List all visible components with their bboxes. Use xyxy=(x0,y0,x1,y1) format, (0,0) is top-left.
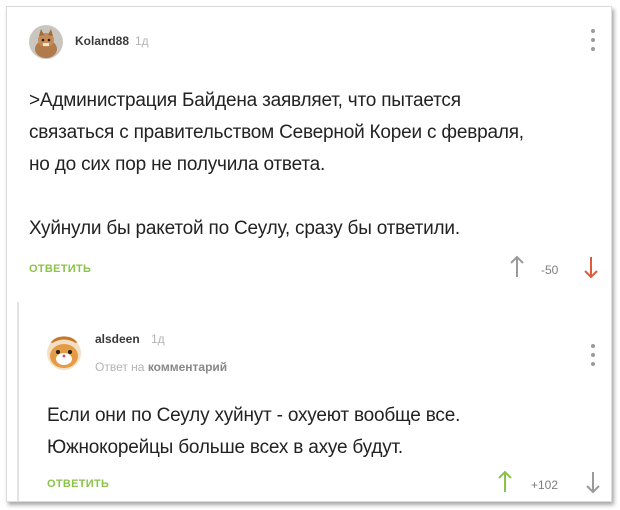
comment-text-line xyxy=(29,181,524,213)
reply-button[interactable]: ОТВЕТИТЬ xyxy=(47,478,109,490)
comment: Koland88 1д >Администрация Байдена заявл… xyxy=(7,7,611,297)
reply-button[interactable]: ОТВЕТИТЬ xyxy=(29,263,91,275)
hamster-avatar-icon[interactable] xyxy=(47,336,81,370)
comment-author[interactable]: alsdeen xyxy=(95,332,140,346)
comment-text-line: Если они по Сеулу хуйнут - охуеют вообще… xyxy=(47,405,461,426)
reply-to-link[interactable]: комментарий xyxy=(148,360,227,374)
reply-comment: alsdeen 1д Ответ на комментарий Если они… xyxy=(17,302,613,501)
upvote-icon[interactable] xyxy=(509,255,525,279)
comment-text-line: Южнокорейцы больше всех в ахуе будут. xyxy=(47,437,404,458)
comment-score: -50 xyxy=(541,263,559,277)
downvote-icon[interactable] xyxy=(585,470,601,494)
more-options-icon[interactable] xyxy=(591,29,595,51)
comment-text-line: но до сих пор не получила ответа. xyxy=(29,154,326,175)
downvote-icon[interactable] xyxy=(583,255,599,279)
comment-author[interactable]: Koland88 xyxy=(75,34,129,48)
comment-time: 1д xyxy=(151,332,165,346)
reply-to-line: Ответ на комментарий xyxy=(95,360,227,374)
upvote-icon[interactable] xyxy=(497,470,513,494)
comment-text: >Администрация Байдена заявляет, что пыт… xyxy=(29,85,524,245)
reply-to-prefix: Ответ на xyxy=(95,360,145,374)
comment-score: +102 xyxy=(531,478,559,492)
more-options-icon[interactable] xyxy=(591,344,595,366)
comment-text-line: связаться с правительством Северной Коре… xyxy=(29,122,524,143)
comments-panel: Koland88 1д >Администрация Байдена заявл… xyxy=(6,6,612,502)
comment-text-line: Хуйнули бы ракетой по Сеулу, сразу бы от… xyxy=(29,218,460,239)
cat-avatar-icon[interactable] xyxy=(29,25,63,59)
comment-text-line: >Администрация Байдена заявляет, что пыт… xyxy=(29,90,461,111)
comment-time: 1д xyxy=(135,34,149,48)
comment-text: Если они по Сеулу хуйнут - охуеют вообще… xyxy=(47,400,460,464)
